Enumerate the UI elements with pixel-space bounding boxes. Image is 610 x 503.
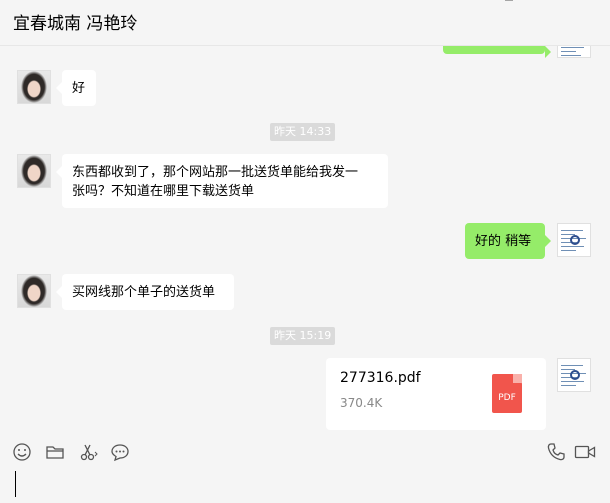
- scissors-icon[interactable]: [78, 442, 98, 462]
- file-size: 370.4K: [340, 396, 383, 410]
- incoming-message-bubble[interactable]: 好: [56, 70, 96, 106]
- close-icon[interactable]: [594, 0, 604, 6]
- file-name: 277316.pdf: [340, 370, 421, 386]
- minimize-icon[interactable]: [534, 0, 544, 6]
- outgoing-message-bubble[interactable]: 好的 稍等: [465, 223, 551, 259]
- my-avatar[interactable]: [557, 46, 591, 58]
- my-avatar[interactable]: [557, 358, 591, 392]
- file-attachment-card[interactable]: 277316.pdf 370.4K PDF: [326, 358, 546, 430]
- video-icon[interactable]: [574, 442, 596, 462]
- contact-avatar[interactable]: [17, 154, 51, 188]
- chat-bubble-icon[interactable]: [110, 442, 130, 462]
- message-line: 张吗？不知道在哪里下载送货单: [72, 184, 255, 199]
- chat-header: 宜春城南 冯艳玲: [0, 0, 610, 46]
- contact-avatar[interactable]: [17, 274, 51, 308]
- message-timestamp: 昨天 14:33: [270, 123, 336, 141]
- contact-avatar[interactable]: [17, 70, 51, 104]
- folder-icon[interactable]: [45, 442, 65, 462]
- outgoing-message-bubble[interactable]: [443, 46, 551, 58]
- message-input-caret[interactable]: [15, 471, 16, 497]
- my-avatar[interactable]: [557, 223, 591, 257]
- incoming-message-bubble[interactable]: 买网线那个单子的送货单: [56, 274, 234, 310]
- maximize-icon[interactable]: [565, 0, 575, 6]
- phone-icon[interactable]: [546, 442, 566, 462]
- emoji-icon[interactable]: [12, 442, 32, 462]
- message-list[interactable]: 好 昨天 14:33 东西都收到了，那个网站那一批送货单能给我发一 张吗？不知道…: [0, 46, 610, 430]
- input-area[interactable]: [0, 430, 610, 503]
- incoming-message-bubble[interactable]: 东西都收到了，那个网站那一批送货单能给我发一 张吗？不知道在哪里下载送货单: [56, 154, 388, 208]
- message-timestamp: 昨天 15:19: [270, 327, 336, 345]
- message-line: 东西都收到了，那个网站那一批送货单能给我发一: [72, 165, 359, 180]
- chat-title: 宜春城南 冯艳玲: [13, 14, 138, 34]
- pin-icon[interactable]: [504, 0, 514, 6]
- pdf-icon-corner: [513, 374, 522, 383]
- pdf-icon-label: PDF: [498, 393, 516, 403]
